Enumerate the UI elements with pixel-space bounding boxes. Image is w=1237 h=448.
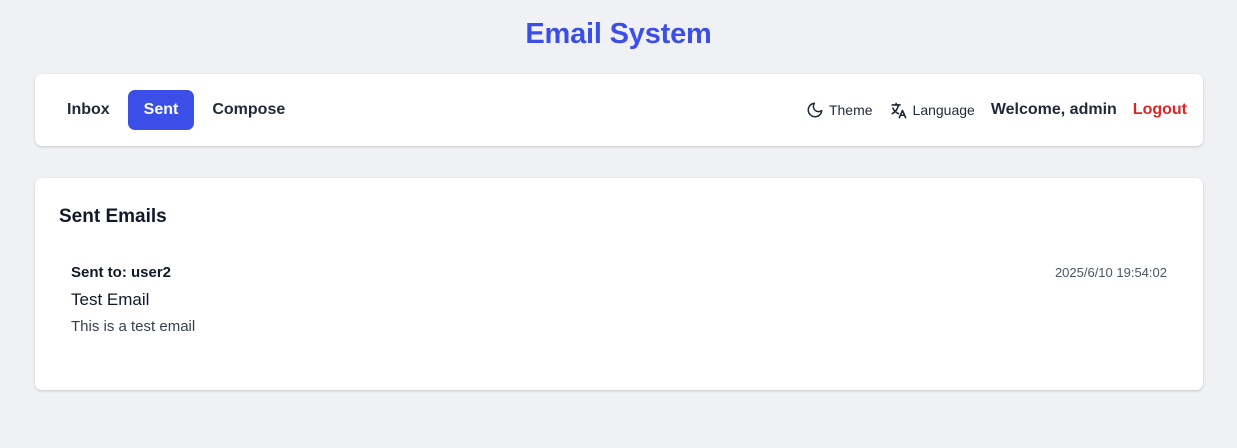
nav-inbox-button[interactable]: Inbox xyxy=(51,90,126,130)
email-recipient: Sent to: user2 xyxy=(71,264,172,281)
navbar: Inbox Sent Compose Theme Language Welcom… xyxy=(35,74,1203,146)
nav-actions: Theme Language Welcome, admin Logout xyxy=(790,90,1187,130)
nav-tabs: Inbox Sent Compose xyxy=(51,90,303,130)
panel-title: Sent Emails xyxy=(59,206,167,227)
language-button[interactable]: Language xyxy=(889,101,975,120)
nav-sent-button[interactable]: Sent xyxy=(127,90,195,130)
sent-emails-panel: Sent Emails Sent to: user2 2025/6/10 19:… xyxy=(35,178,1203,390)
nav-compose-button[interactable]: Compose xyxy=(196,90,301,130)
email-preview: This is a test email xyxy=(71,318,196,335)
language-label: Language xyxy=(912,102,975,118)
email-list-item[interactable]: Sent to: user2 2025/6/10 19:54:02 Test E… xyxy=(59,254,1179,350)
theme-label: Theme xyxy=(828,102,873,118)
moon-icon xyxy=(807,102,823,118)
theme-button[interactable]: Theme xyxy=(806,101,873,119)
translate-icon xyxy=(890,102,906,118)
logout-button[interactable]: Logout xyxy=(1133,101,1187,119)
app-title: Email System xyxy=(525,18,712,50)
email-timestamp: 2025/6/10 19:54:02 xyxy=(1054,265,1167,280)
welcome-text: Welcome, admin xyxy=(990,101,1117,118)
email-subject: Test Email xyxy=(71,290,150,309)
